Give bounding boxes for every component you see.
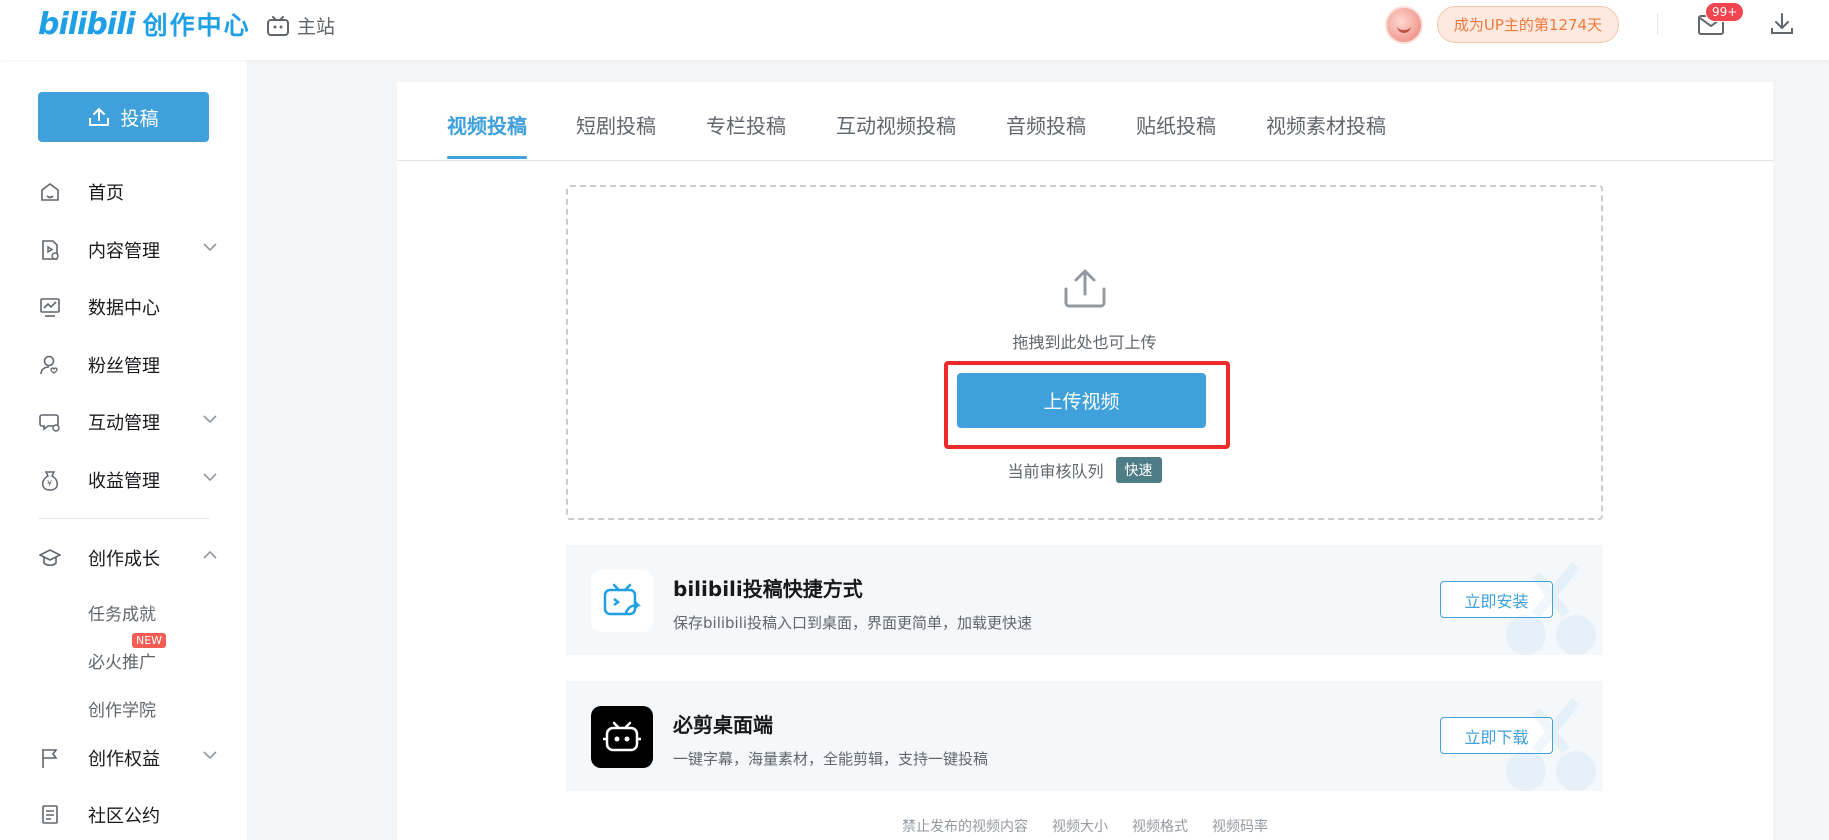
decorative-scissors-icon bbox=[1506, 561, 1596, 655]
promo-description: 保存bilibili投稿入口到桌面，界面更简单，加载更快速 bbox=[673, 614, 1033, 632]
creator-days-badge[interactable]: 成为UP主的第1274天 bbox=[1437, 6, 1619, 43]
flag-icon bbox=[38, 746, 62, 770]
sidebar-item-label: 粉丝管理 bbox=[88, 356, 160, 377]
sidebar-item-content[interactable]: 内容管理 bbox=[38, 230, 218, 270]
sidebar-item-label: 收益管理 bbox=[88, 471, 160, 492]
sidebar-item-label: 创作成长 bbox=[88, 549, 160, 570]
upload-tabs: 视频投稿 短剧投稿 专栏投稿 互动视频投稿 音频投稿 贴纸投稿 视频素材投稿 bbox=[397, 82, 1773, 161]
tab-interactive-video-upload[interactable]: 互动视频投稿 bbox=[836, 110, 956, 139]
sidebar-item-label: 创作权益 bbox=[88, 749, 160, 770]
sidebar-item-label: 互动管理 bbox=[88, 413, 160, 434]
main-panel: 视频投稿 短剧投稿 专栏投稿 互动视频投稿 音频投稿 贴纸投稿 视频素材投稿 拖… bbox=[397, 82, 1773, 840]
footer-link-prohibited-content[interactable]: 禁止发布的视频内容 bbox=[902, 816, 1028, 836]
upload-button[interactable]: 投稿 bbox=[38, 92, 209, 142]
upload-dropzone[interactable]: 拖拽到此处也可上传 上传视频 当前审核队列 快速 bbox=[566, 185, 1603, 520]
logo-subtitle: 创作中心 bbox=[142, 11, 251, 40]
tab-video-upload[interactable]: 视频投稿 bbox=[447, 110, 527, 139]
graduation-cap-icon bbox=[38, 546, 62, 570]
sidebar-item-growth[interactable]: 创作成长 bbox=[38, 538, 218, 578]
review-queue: 当前审核队列 快速 bbox=[568, 457, 1601, 483]
rules-icon bbox=[38, 803, 62, 827]
sidebar-subitem-academy[interactable]: 创作学院 bbox=[88, 696, 156, 721]
drop-hint: 拖拽到此处也可上传 bbox=[1012, 333, 1157, 352]
logo-text: bilibili bbox=[38, 6, 136, 42]
promo-title: 必剪桌面端 bbox=[673, 713, 773, 737]
tab-article-upload[interactable]: 专栏投稿 bbox=[706, 110, 786, 139]
income-icon: ¥ bbox=[38, 468, 62, 492]
footer-link-video-bitrate[interactable]: 视频码率 bbox=[1212, 816, 1268, 836]
tab-short-drama-upload[interactable]: 短剧投稿 bbox=[576, 110, 656, 139]
content-icon bbox=[38, 238, 62, 262]
sidebar: 投稿 首页 内容管理 数据中心 粉丝管理 互动管理 ¥ 收益管理 创作成长 任务… bbox=[0, 60, 247, 840]
download-icon bbox=[1771, 13, 1793, 34]
tab-video-material-upload[interactable]: 视频素材投稿 bbox=[1266, 110, 1386, 139]
logo[interactable]: bilibili 创作中心 bbox=[38, 6, 251, 42]
tab-sticker-upload[interactable]: 贴纸投稿 bbox=[1136, 110, 1216, 139]
sidebar-item-label: 数据中心 bbox=[88, 298, 160, 319]
sidebar-subitem-promotion[interactable]: 必火推广 bbox=[88, 648, 156, 673]
sidebar-item-label: 内容管理 bbox=[88, 241, 160, 262]
sidebar-item-home[interactable]: 首页 bbox=[38, 172, 218, 212]
sidebar-item-rules[interactable]: 社区公约 bbox=[38, 795, 218, 835]
chevron-down-icon bbox=[203, 243, 217, 252]
divider bbox=[1657, 13, 1658, 35]
sidebar-subitem-tasks[interactable]: 任务成就 bbox=[88, 600, 156, 625]
download-button[interactable] bbox=[1770, 12, 1794, 40]
chevron-down-icon bbox=[203, 473, 217, 482]
sidebar-item-data[interactable]: 数据中心 bbox=[38, 287, 218, 327]
interaction-icon bbox=[38, 410, 62, 434]
sidebar-item-rights[interactable]: 创作权益 bbox=[38, 738, 218, 778]
promo-description: 一键字幕，海量素材，全能剪辑，支持一键投稿 bbox=[673, 750, 989, 768]
footer-link-video-size[interactable]: 视频大小 bbox=[1052, 816, 1108, 836]
upload-video-button[interactable]: 上传视频 bbox=[957, 373, 1206, 428]
sidebar-divider bbox=[38, 518, 210, 519]
chart-icon bbox=[38, 295, 62, 319]
svg-text:¥: ¥ bbox=[47, 479, 52, 488]
top-bar: bilibili 创作中心 主站 成为UP主的第1274天 99+ bbox=[0, 0, 1829, 60]
promo-shortcut: bilibili投稿快捷方式 保存bilibili投稿入口到桌面，界面更简单，加… bbox=[566, 545, 1603, 655]
footer-links: 禁止发布的视频内容 视频大小 视频格式 视频码率 bbox=[397, 816, 1773, 836]
avatar[interactable] bbox=[1385, 6, 1423, 44]
active-tab-indicator bbox=[447, 156, 527, 159]
chevron-down-icon bbox=[203, 751, 217, 760]
promo-title: bilibili投稿快捷方式 bbox=[673, 577, 863, 601]
decorative-scissors-icon bbox=[1506, 697, 1596, 791]
tv-icon bbox=[267, 15, 289, 36]
shortcut-app-icon bbox=[591, 570, 653, 632]
sidebar-item-income[interactable]: ¥ 收益管理 bbox=[38, 460, 218, 500]
review-queue-label: 当前审核队列 bbox=[1007, 462, 1104, 481]
sidebar-item-interaction[interactable]: 互动管理 bbox=[38, 402, 218, 442]
upload-button-label: 投稿 bbox=[120, 107, 159, 130]
tab-audio-upload[interactable]: 音频投稿 bbox=[1006, 110, 1086, 139]
mail-count-badge: 99+ bbox=[1705, 2, 1745, 22]
review-queue-status: 快速 bbox=[1115, 457, 1162, 483]
upload-icon bbox=[89, 107, 110, 126]
new-badge: NEW bbox=[132, 633, 167, 648]
sidebar-item-label: 社区公约 bbox=[88, 806, 160, 827]
chevron-down-icon bbox=[203, 415, 217, 424]
home-icon bbox=[38, 180, 62, 204]
footer-link-video-format[interactable]: 视频格式 bbox=[1132, 816, 1188, 836]
fans-icon bbox=[38, 353, 62, 377]
sidebar-item-label: 首页 bbox=[88, 183, 124, 204]
bijian-app-icon bbox=[591, 706, 653, 768]
chevron-up-icon bbox=[203, 550, 217, 559]
main-site-label: 主站 bbox=[297, 16, 336, 38]
sidebar-item-fans[interactable]: 粉丝管理 bbox=[38, 345, 218, 385]
upload-cloud-icon bbox=[1064, 269, 1106, 308]
main-site-link[interactable]: 主站 bbox=[267, 12, 335, 39]
promo-bijian: 必剪桌面端 一键字幕，海量素材，全能剪辑，支持一键投稿 立即下载 bbox=[566, 681, 1603, 791]
